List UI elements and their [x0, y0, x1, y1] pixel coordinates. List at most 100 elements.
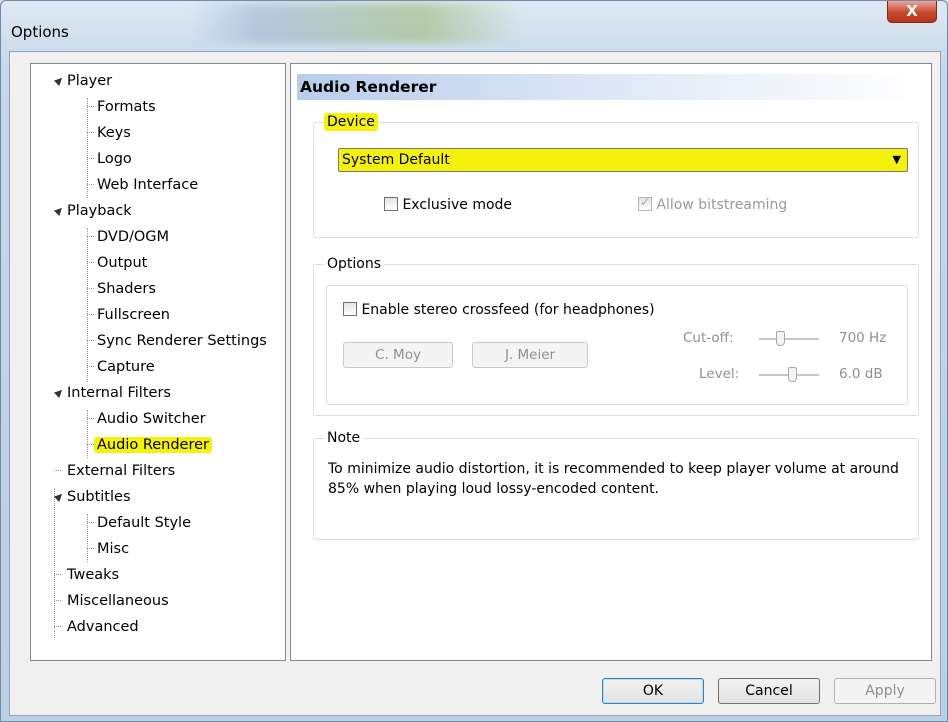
close-icon[interactable]: X [906, 2, 918, 20]
cutoff-slider-row: Cut-off: [683, 330, 734, 346]
tree-item-tweaks[interactable]: Tweaks [67, 564, 119, 586]
tree-branch [54, 600, 61, 601]
tree-branch [87, 106, 94, 107]
tree-item-advanced[interactable]: Advanced [67, 616, 139, 638]
stereo-crossfeed-checkbox[interactable]: Enable stereo crossfeed (for headphones) [343, 302, 655, 318]
tree-branch [87, 288, 94, 289]
level-slider-row: Level: [699, 366, 739, 382]
options-tree[interactable]: ▲ Player Formats Keys Logo Web Interface… [30, 63, 286, 661]
options-dialog: Options X ▲ Player Formats Keys Logo Web… [0, 0, 948, 722]
options-group-label: Options [324, 255, 385, 273]
ok-button[interactable]: OK [602, 678, 704, 704]
options-group: Options Enable stereo crossfeed (for hea… [313, 255, 919, 416]
tree-item-label[interactable]: Output [97, 255, 147, 271]
exclusive-mode-label[interactable]: Exclusive mode [402, 197, 512, 213]
tree-item-label[interactable]: External Filters [67, 463, 175, 479]
tree-item-label[interactable]: Default Style [97, 515, 191, 531]
exclusive-mode-checkbox[interactable]: Exclusive mode [384, 197, 512, 213]
checkbox-icon[interactable] [384, 197, 398, 211]
tree-branch [87, 418, 94, 419]
tree-item-dvd-ogm[interactable]: DVD/OGM [97, 226, 169, 248]
tree-item-label[interactable]: Internal Filters [67, 385, 171, 401]
tree-item-external-filters[interactable]: External Filters [67, 460, 175, 482]
tree-item-label[interactable]: Player [67, 73, 112, 89]
tree-branch [87, 262, 94, 263]
tree-item-output[interactable]: Output [97, 252, 147, 274]
tree-item-misc[interactable]: Misc [97, 538, 129, 560]
tree-item-default-style[interactable]: Default Style [97, 512, 191, 534]
tree-branch [87, 366, 94, 367]
apply-button[interactable]: Apply [834, 678, 936, 704]
note-group: Note To minimize audio distortion, it is… [313, 429, 919, 540]
cutoff-slider-thumb[interactable] [776, 331, 785, 346]
tree-item-label[interactable]: Miscellaneous [67, 593, 169, 609]
device-group-label: Device [324, 113, 378, 131]
tree-item-label[interactable]: Tweaks [67, 567, 119, 583]
tree-branch [87, 548, 94, 549]
tree-item-label[interactable]: Capture [97, 359, 155, 375]
device-group: Device System Default ▼ Exclusive mode ✓… [313, 113, 919, 238]
cutoff-value: 700 Hz [839, 330, 887, 346]
tree-branch [87, 184, 94, 185]
tree-item-sync-renderer-settings[interactable]: Sync Renderer Settings [97, 330, 267, 352]
tree-item-label[interactable]: Advanced [67, 619, 139, 635]
tree-item-formats[interactable]: Formats [97, 96, 156, 118]
cmoy-preset-button[interactable]: C. Moy [343, 342, 453, 368]
checkbox-checked-icon[interactable]: ✓ [638, 195, 652, 211]
tree-item-label[interactable]: Formats [97, 99, 156, 115]
note-text: To minimize audio distortion, it is reco… [328, 461, 899, 497]
tree-item-shaders[interactable]: Shaders [97, 278, 156, 300]
tree-item-logo[interactable]: Logo [97, 148, 132, 170]
dialog-client-area: ▲ Player Formats Keys Logo Web Interface… [9, 51, 941, 716]
tree-item-audio-renderer[interactable]: Audio Renderer [94, 434, 213, 456]
tree-branch [54, 626, 61, 627]
tree-item-web-interface[interactable]: Web Interface [97, 174, 198, 196]
tree-item-subtitles[interactable]: ▲ Subtitles [53, 486, 131, 508]
tree-item-playback[interactable]: ▲ Playback [53, 200, 132, 222]
jmeier-preset-button[interactable]: J. Meier [472, 342, 588, 368]
tree-item-capture[interactable]: Capture [97, 356, 155, 378]
tree-item-player[interactable]: ▲ Player [53, 70, 113, 92]
tree-item-miscellaneous[interactable]: Miscellaneous [67, 590, 169, 612]
tree-line [54, 488, 55, 638]
tree-item-label[interactable]: Subtitles [67, 489, 131, 505]
stereo-crossfeed-label[interactable]: Enable stereo crossfeed (for headphones) [361, 302, 654, 318]
checkbox-icon[interactable] [343, 302, 357, 316]
page-title: Audio Renderer [297, 74, 925, 100]
close-button[interactable]: X [887, 1, 937, 23]
level-label: Level: [699, 366, 740, 382]
device-select[interactable]: System Default ▼ [338, 148, 908, 172]
tree-item-label[interactable]: Shaders [97, 281, 156, 297]
tree-item-internal-filters[interactable]: ▲ Internal Filters [53, 382, 171, 404]
tree-item-label[interactable]: Audio Switcher [97, 411, 206, 427]
cutoff-slider-track[interactable] [759, 338, 819, 340]
tree-item-fullscreen[interactable]: Fullscreen [97, 304, 170, 326]
tree-item-label[interactable]: Keys [97, 125, 131, 141]
note-group-label: Note [324, 429, 364, 447]
tree-branch [87, 522, 94, 523]
tree-item-label[interactable]: DVD/OGM [97, 229, 169, 245]
tree-item-label[interactable]: Fullscreen [97, 307, 170, 323]
tree-item-label[interactable]: Playback [67, 203, 132, 219]
tree-branch [54, 574, 61, 575]
device-select-value[interactable]: System Default [342, 152, 450, 168]
tree-item-label[interactable]: Misc [97, 541, 129, 557]
tree-branch [87, 314, 94, 315]
cancel-button[interactable]: Cancel [718, 678, 820, 704]
allow-bitstreaming-label[interactable]: Allow bitstreaming [656, 197, 787, 213]
crossfeed-inner-box: Enable stereo crossfeed (for headphones)… [326, 285, 908, 405]
tree-item-label-selected[interactable]: Audio Renderer [94, 437, 213, 453]
tree-line [87, 228, 88, 382]
tree-item-label[interactable]: Sync Renderer Settings [97, 333, 267, 349]
tree-item-audio-switcher[interactable]: Audio Switcher [97, 408, 206, 430]
allow-bitstreaming-checkbox[interactable]: ✓ Allow bitstreaming [638, 195, 787, 213]
window-title: Options [11, 23, 69, 41]
chevron-down-icon[interactable]: ▼ [893, 149, 901, 171]
tree-item-label[interactable]: Logo [97, 151, 132, 167]
tree-branch [87, 444, 94, 445]
tree-item-keys[interactable]: Keys [97, 122, 131, 144]
settings-panel: Audio Renderer Device System Default ▼ E… [290, 63, 932, 661]
level-slider-thumb[interactable] [788, 367, 797, 382]
tree-item-label[interactable]: Web Interface [97, 177, 198, 193]
title-bar-background-blur [191, 3, 521, 43]
